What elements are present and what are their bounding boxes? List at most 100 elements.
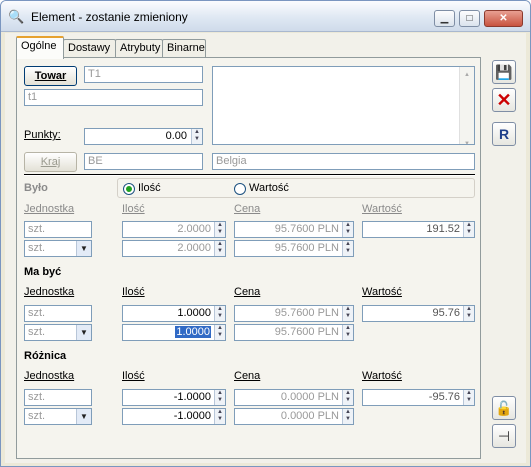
roznica-jednostka-select[interactable]: szt. ▼	[24, 408, 92, 425]
ma-byc-jednostka-select[interactable]: szt. ▼	[24, 324, 92, 341]
chevron-down-icon[interactable]: ▼	[76, 325, 91, 340]
ma-byc-section-title: Ma być	[24, 266, 62, 278]
punkty-spinner[interactable]: ▲ ▼	[191, 129, 202, 144]
cancel-button[interactable]: ✕	[492, 88, 516, 112]
app-icon: 🔍	[8, 9, 25, 24]
roznica-wartosc-field[interactable]: -95.76 ▲ ▼	[362, 389, 475, 406]
bylo-cena-field-2[interactable]: 95.7600 PLN ▲ ▼	[234, 240, 354, 257]
roznica-wartosc-spinner[interactable]: ▲ ▼	[463, 390, 474, 405]
ma-byc-ilosc-field[interactable]: 1.0000 ▲ ▼	[122, 305, 226, 322]
bylo-jednostka-select-value: szt.	[28, 242, 46, 254]
bylo-cena-spinner-2[interactable]: ▲ ▼	[342, 241, 353, 256]
ma-byc-cena-field[interactable]: 95.7600 PLN ▲ ▼	[234, 305, 354, 322]
dialog-window: 🔍 Element - zostanie zmieniony ▁ □ ✕ Ogó…	[0, 0, 531, 467]
title-bar[interactable]: 🔍 Element - zostanie zmieniony ▁ □ ✕	[1, 1, 530, 32]
minimize-button[interactable]: ▁	[434, 10, 455, 27]
ma-byc-ilosc-value-2: 1.0000	[175, 326, 211, 338]
roznica-ilosc-field-2[interactable]: -1.0000 ▲ ▼	[122, 408, 226, 425]
towar-name-field[interactable]: t1	[24, 89, 203, 106]
maximize-button[interactable]: □	[459, 10, 480, 27]
close-button[interactable]: ✕	[484, 10, 523, 27]
tab-binarne[interactable]: Binarne	[162, 39, 206, 58]
ma-byc-col-ilosc: Ilość	[122, 286, 145, 298]
ma-byc-ilosc-spinner[interactable]: ▲ ▼	[214, 306, 225, 321]
pin-icon: ⊣	[497, 428, 511, 444]
save-button[interactable]: 💾	[492, 60, 516, 84]
roznica-ilosc-value: -1.0000	[173, 391, 211, 403]
ma-byc-wartosc-value: 95.76	[432, 307, 460, 319]
radio-wartosc[interactable]	[234, 183, 246, 195]
ma-byc-ilosc-spinner-2[interactable]: ▲ ▼	[214, 325, 225, 340]
bylo-col-ilosc: Ilość	[122, 203, 145, 215]
tab-atrybuty[interactable]: Atrybuty	[115, 39, 163, 58]
ma-byc-cena-spinner-2[interactable]: ▲ ▼	[342, 325, 353, 340]
bylo-col-cena: Cena	[234, 203, 261, 215]
roznica-cena-value: 0.0000 PLN	[280, 391, 339, 403]
textarea-scrollbar[interactable]: ▲ ▼	[459, 67, 474, 144]
roznica-cena-value-2: 0.0000 PLN	[280, 410, 339, 422]
roznica-ilosc-field[interactable]: -1.0000 ▲ ▼	[122, 389, 226, 406]
towar-button[interactable]: Towar	[24, 66, 77, 86]
tab-panel-ogolne: Towar T1 t1 ▲ ▼ Punkty: 0.00 ▲ ▼ Kraj BE Be…	[16, 57, 481, 459]
report-button[interactable]: R	[492, 122, 516, 146]
kraj-code-field[interactable]: BE	[84, 153, 203, 170]
ma-byc-jednostka-field[interactable]: szt.	[24, 305, 92, 322]
ma-byc-col-wartosc: Wartość	[362, 286, 402, 298]
punkty-field[interactable]: 0.00 ▲ ▼	[84, 128, 203, 145]
roznica-jednostka-field[interactable]: szt.	[24, 389, 92, 406]
pin-button[interactable]: ⊣	[492, 424, 516, 448]
radio-ilosc[interactable]	[123, 183, 135, 195]
ma-byc-cena-spinner[interactable]: ▲ ▼	[342, 306, 353, 321]
scroll-down-icon[interactable]: ▼	[460, 138, 474, 144]
tab-ogolne[interactable]: Ogólne	[16, 36, 64, 59]
ma-byc-cena-value: 95.7600 PLN	[274, 307, 339, 319]
bylo-cena-spinner[interactable]: ▲ ▼	[342, 222, 353, 237]
save-icon: 💾	[495, 64, 513, 80]
scroll-up-icon[interactable]: ▲	[460, 69, 474, 82]
window-title: Element - zostanie zmieniony	[31, 10, 188, 24]
roznica-ilosc-spinner-2[interactable]: ▲ ▼	[214, 409, 225, 424]
bylo-wartosc-spinner[interactable]: ▲ ▼	[463, 222, 474, 237]
punkty-label: Punkty:	[24, 129, 61, 141]
description-textarea[interactable]: ▲ ▼	[212, 66, 475, 145]
kraj-button[interactable]: Kraj	[24, 152, 77, 172]
bylo-jednostka-select[interactable]: szt. ▼	[24, 240, 92, 257]
ma-byc-wartosc-field[interactable]: 95.76 ▲ ▼	[362, 305, 475, 322]
bylo-cena-field[interactable]: 95.7600 PLN ▲ ▼	[234, 221, 354, 238]
radio-ilosc-label: Ilość	[138, 182, 161, 194]
report-icon: R	[498, 126, 510, 142]
radio-wartosc-label: Wartość	[249, 182, 289, 194]
ma-byc-ilosc-field-2[interactable]: 1.0000 ▲ ▼	[122, 324, 226, 341]
divider	[24, 174, 475, 176]
bylo-jednostka-field[interactable]: szt.	[24, 221, 92, 238]
roznica-ilosc-spinner[interactable]: ▲ ▼	[214, 390, 225, 405]
bylo-section-title: Było	[24, 182, 48, 194]
ma-byc-wartosc-spinner[interactable]: ▲ ▼	[463, 306, 474, 321]
roznica-jednostka-select-value: szt.	[28, 410, 46, 422]
ma-byc-cena-value-2: 95.7600 PLN	[274, 326, 339, 338]
bylo-ilosc-value-2: 2.0000	[177, 242, 211, 254]
towar-code-field[interactable]: T1	[84, 66, 203, 83]
bylo-ilosc-spinner[interactable]: ▲ ▼	[214, 222, 225, 237]
roznica-cena-field[interactable]: 0.0000 PLN ▲ ▼	[234, 389, 354, 406]
roznica-wartosc-value: -95.76	[428, 391, 460, 403]
lock-button[interactable]: 🔓	[492, 396, 516, 420]
bylo-wartosc-field[interactable]: 191.52 ▲ ▼	[362, 221, 475, 238]
ma-byc-col-cena: Cena	[234, 286, 261, 298]
bylo-radio-group	[117, 178, 475, 198]
roznica-cena-field-2[interactable]: 0.0000 PLN ▲ ▼	[234, 408, 354, 425]
cancel-icon: ✕	[496, 90, 512, 110]
chevron-down-icon[interactable]: ▼	[76, 241, 91, 256]
chevron-down-icon[interactable]: ▼	[76, 409, 91, 424]
roznica-cena-spinner-2[interactable]: ▲ ▼	[342, 409, 353, 424]
roznica-col-jednostka: Jednostka	[24, 370, 75, 382]
bylo-col-wartosc: Wartość	[362, 203, 402, 215]
tab-dostawy[interactable]: Dostawy	[63, 39, 116, 58]
kraj-name-field[interactable]: Belgia	[212, 153, 475, 170]
bylo-ilosc-field-2[interactable]: 2.0000 ▲ ▼	[122, 240, 226, 257]
ma-byc-cena-field-2[interactable]: 95.7600 PLN ▲ ▼	[234, 324, 354, 341]
roznica-ilosc-value-2: -1.0000	[173, 410, 211, 422]
bylo-ilosc-field[interactable]: 2.0000 ▲ ▼	[122, 221, 226, 238]
bylo-ilosc-spinner-2[interactable]: ▲ ▼	[214, 241, 225, 256]
roznica-cena-spinner[interactable]: ▲ ▼	[342, 390, 353, 405]
